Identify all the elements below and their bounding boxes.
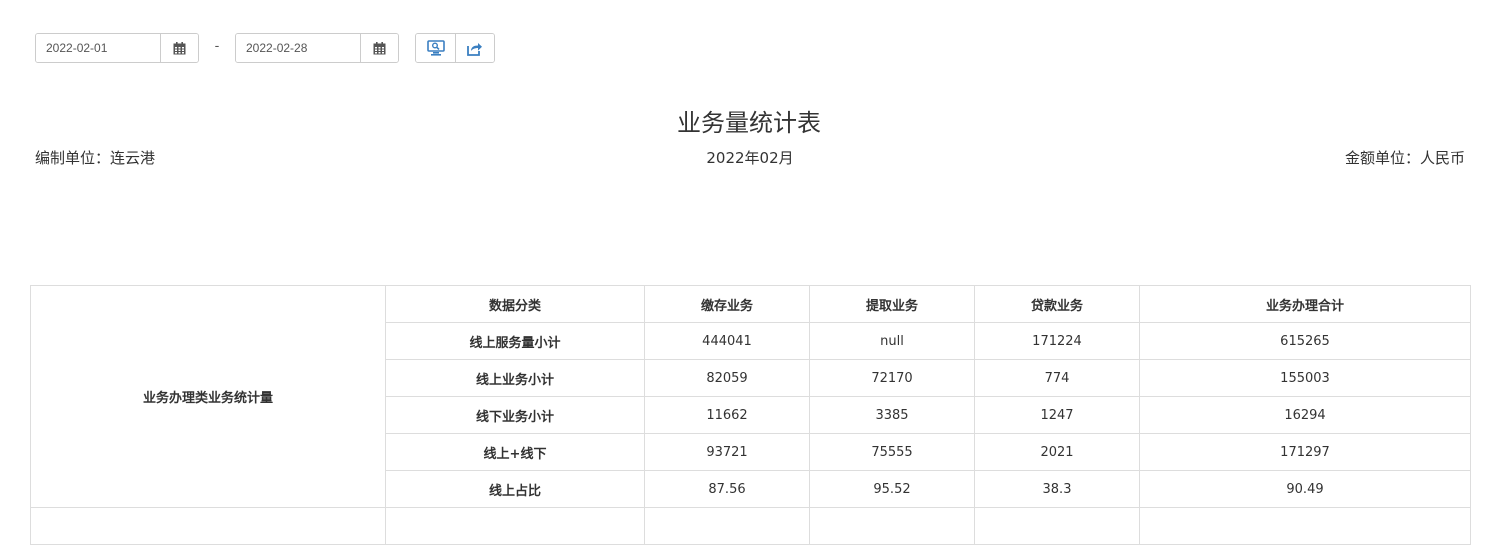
table-cell: 615265 xyxy=(1139,322,1471,360)
end-date-calendar-button[interactable] xyxy=(360,34,398,62)
calendar-icon xyxy=(373,41,386,54)
table-cell: 93721 xyxy=(644,433,810,471)
share-export-icon xyxy=(467,42,482,56)
table-cell: 155003 xyxy=(1139,359,1471,397)
group-label-cell: 业务办理类业务统计量 xyxy=(30,285,386,508)
row-label: 线上服务量小计 xyxy=(385,322,645,360)
start-date-calendar-button[interactable] xyxy=(160,34,198,62)
table-cell: 3385 xyxy=(809,396,975,434)
start-date-picker xyxy=(35,33,199,63)
row-label: 线上占比 xyxy=(385,470,645,508)
table-cell: 90.49 xyxy=(1139,470,1471,508)
table-cell: 774 xyxy=(974,359,1140,397)
table-cell: 444041 xyxy=(644,322,810,360)
header-cell: 数据分类 xyxy=(385,285,645,323)
table-row-partial xyxy=(30,507,1471,545)
report-period: 2022年02月 xyxy=(706,149,794,167)
end-date-picker xyxy=(235,33,399,63)
table-header-row: 业务办理类业务统计量 数据分类 缴存业务 提取业务 贷款业务 业务办理合计 xyxy=(30,285,1471,508)
end-date-input[interactable] xyxy=(236,34,360,62)
table-cell: null xyxy=(809,322,975,360)
header-cell: 提取业务 xyxy=(809,285,975,323)
table-cell: 82059 xyxy=(644,359,810,397)
header-cell: 贷款业务 xyxy=(974,285,1140,323)
table-cell xyxy=(644,507,810,545)
table-cell: 171297 xyxy=(1139,433,1471,471)
report-meta: 编制单位：连云港 2022年02月 金额单位：人民币 xyxy=(35,147,1465,167)
start-date-input[interactable] xyxy=(36,34,160,62)
row-label: 线下业务小计 xyxy=(385,396,645,434)
table-cell: 38.3 xyxy=(974,470,1140,508)
currency-label: 金额单位：人民币 xyxy=(1344,149,1465,167)
header-cell: 缴存业务 xyxy=(644,285,810,323)
table-cell: 1247 xyxy=(974,396,1140,434)
report-title: 业务量统计表 xyxy=(677,109,821,137)
calendar-icon xyxy=(173,41,186,54)
table-cell: 11662 xyxy=(644,396,810,434)
table-cell: 87.56 xyxy=(644,470,810,508)
action-buttons xyxy=(415,33,495,63)
table-cell: 75555 xyxy=(809,433,975,471)
date-range-separator: - xyxy=(214,38,220,54)
table-cell xyxy=(30,507,386,545)
table-cell: 171224 xyxy=(974,322,1140,360)
row-label: 线上业务小计 xyxy=(385,359,645,397)
table-cell: 16294 xyxy=(1139,396,1471,434)
table-cell: 72170 xyxy=(809,359,975,397)
stats-table: 业务办理类业务统计量 数据分类 缴存业务 提取业务 贷款业务 业务办理合计 线上… xyxy=(30,285,1471,545)
row-label: 线上+线下 xyxy=(385,433,645,471)
header-cell: 业务办理合计 xyxy=(1139,285,1471,323)
table-cell xyxy=(974,507,1140,545)
table-cell xyxy=(809,507,975,545)
table-cell xyxy=(1139,507,1471,545)
preview-button[interactable] xyxy=(416,34,455,62)
table-cell: 2021 xyxy=(974,433,1140,471)
table-cell xyxy=(385,507,645,545)
toolbar: - xyxy=(35,33,495,63)
table-cell: 95.52 xyxy=(809,470,975,508)
export-button[interactable] xyxy=(455,34,494,62)
monitor-search-icon xyxy=(426,40,445,56)
